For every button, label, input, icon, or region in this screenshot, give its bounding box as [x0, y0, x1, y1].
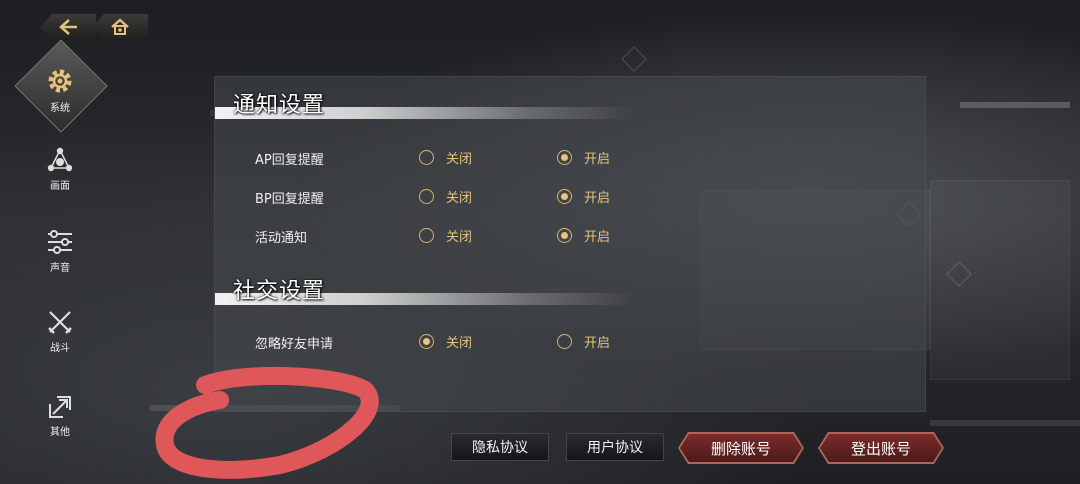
radio-label: 开启	[584, 230, 611, 245]
bg-decoration	[960, 102, 1070, 108]
radio-off[interactable]: 关闭	[419, 148, 472, 167]
home-icon	[111, 18, 129, 35]
radio-off[interactable]: 关闭	[419, 226, 472, 245]
setting-row-ignore-friend-requests: 忽略好友申请 关闭 开启	[215, 329, 927, 353]
sidebar-item-sound[interactable]: 声音	[22, 228, 98, 274]
back-button[interactable]	[40, 14, 96, 40]
radio-circle-selected	[557, 150, 572, 165]
sidebar-item-battle[interactable]: 战斗	[22, 308, 98, 354]
bg-decoration	[930, 180, 1070, 380]
expand-arrow-icon	[49, 396, 71, 418]
delete-account-button[interactable]: 删除账号	[678, 432, 804, 464]
logout-button[interactable]: 登出账号	[818, 432, 944, 464]
setting-row-ap-reminder: AP回复提醒 关闭 开启	[215, 145, 927, 169]
home-button[interactable]	[92, 14, 148, 40]
radio-off[interactable]: 关闭	[419, 332, 472, 351]
radio-circle-selected	[557, 189, 572, 204]
bg-decoration	[930, 420, 1080, 426]
section-title: 通知设置	[233, 93, 326, 118]
bg-decoration	[621, 46, 647, 72]
setting-label: AP回复提醒	[255, 153, 324, 168]
setting-label: 忽略好友申请	[255, 337, 334, 352]
radio-circle	[419, 189, 434, 204]
annotation-circle	[155, 366, 379, 479]
radio-on[interactable]: 开启	[557, 148, 610, 167]
section-header-social: 社交设置	[215, 273, 927, 305]
radio-label: 开启	[584, 152, 611, 167]
privacy-policy-button[interactable]: 隐私协议	[451, 433, 549, 461]
button-label: 隐私协议	[472, 440, 528, 456]
radio-label: 关闭	[446, 152, 473, 167]
sidebar-item-label: 系统	[50, 103, 70, 114]
button-label: 删除账号	[710, 439, 771, 458]
radio-label: 关闭	[446, 191, 473, 206]
back-arrow-icon	[59, 19, 77, 35]
radio-label: 关闭	[446, 230, 473, 245]
radio-circle-selected	[557, 228, 572, 243]
sidebar-item-label: 画面	[50, 181, 70, 192]
sidebar-item-system[interactable]: 系统	[22, 66, 98, 114]
sidebar-item-other[interactable]: 其他	[22, 394, 98, 438]
radio-circle-selected	[419, 334, 434, 349]
button-label: 登出账号	[850, 439, 911, 458]
section-title: 社交设置	[233, 279, 326, 304]
sidebar-item-display[interactable]: 画面	[22, 146, 98, 192]
radio-circle	[419, 150, 434, 165]
graph-nodes-icon	[47, 147, 73, 172]
radio-label: 关闭	[446, 336, 473, 351]
radio-label: 开启	[584, 336, 611, 351]
section-header-notifications: 通知设置	[215, 87, 927, 119]
sidebar-item-label: 战斗	[50, 343, 70, 354]
crossed-swords-icon	[48, 311, 72, 334]
sliders-icon	[48, 230, 72, 254]
radio-off[interactable]: 关闭	[419, 187, 472, 206]
radio-on[interactable]: 开启	[557, 226, 610, 245]
button-label: 用户协议	[587, 440, 643, 456]
radio-circle	[419, 228, 434, 243]
user-agreement-button[interactable]: 用户协议	[566, 433, 664, 461]
radio-circle	[557, 334, 572, 349]
radio-on[interactable]: 开启	[557, 332, 610, 351]
setting-row-event-notice: 活动通知 关闭 开启	[215, 223, 927, 247]
radio-label: 开启	[584, 191, 611, 206]
setting-row-bp-reminder: BP回复提醒 关闭 开启	[215, 184, 927, 208]
sidebar-item-label: 声音	[50, 263, 70, 274]
settings-panel: 通知设置 AP回复提醒 关闭 开启 BP回复提醒 关闭 开启 活动通知 关闭 开…	[214, 76, 926, 412]
radio-on[interactable]: 开启	[557, 187, 610, 206]
setting-label: 活动通知	[255, 231, 308, 246]
setting-label: BP回复提醒	[255, 192, 324, 207]
sidebar-item-label: 其他	[50, 427, 70, 438]
gear-icon	[48, 69, 72, 93]
